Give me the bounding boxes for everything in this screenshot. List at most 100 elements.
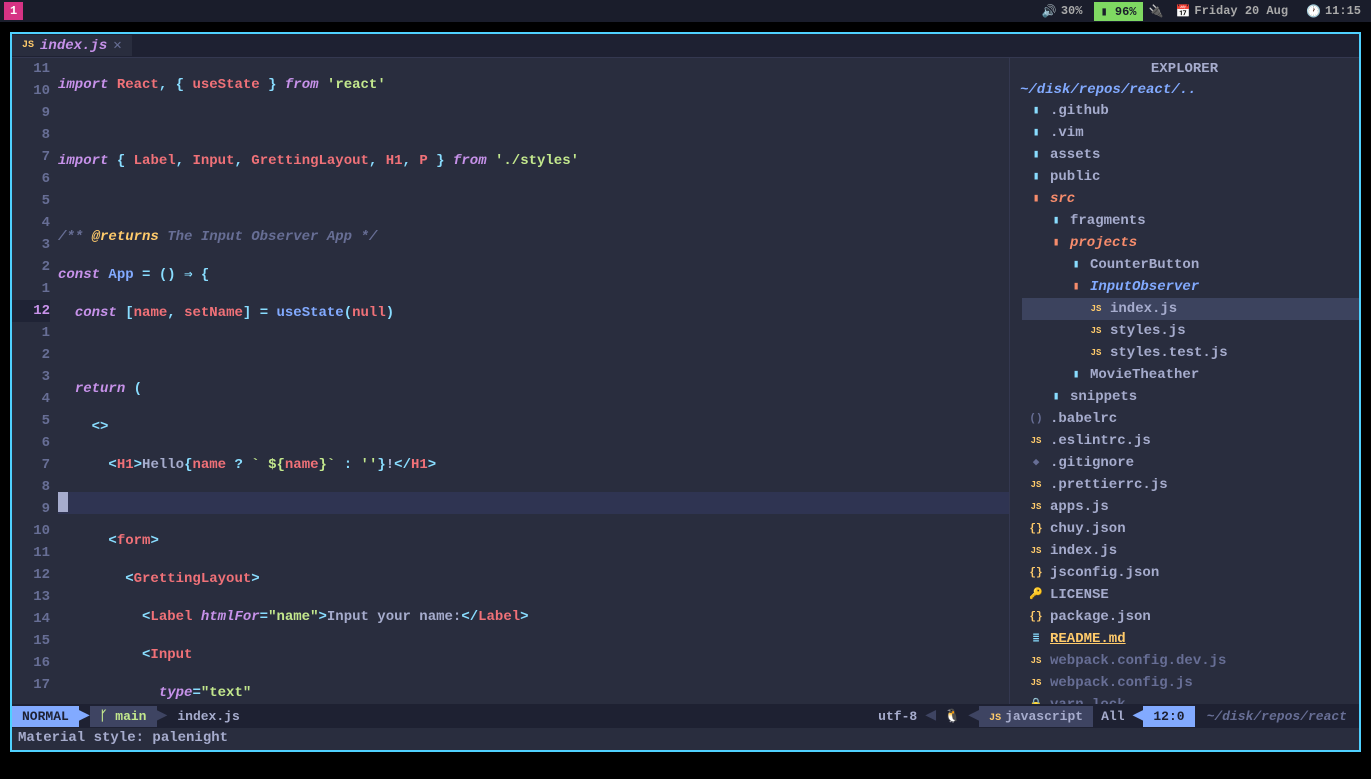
tree-item-label: assets xyxy=(1050,144,1100,166)
tree-item-inputobserver[interactable]: ▮InputObserver xyxy=(1022,276,1359,298)
line-number: 2 xyxy=(12,344,50,366)
tree-item-label: .github xyxy=(1050,100,1109,122)
js-icon: JS xyxy=(1028,650,1044,672)
line-number: 7 xyxy=(12,146,50,168)
tab-bar: JS index.js ✕ xyxy=(12,34,1359,58)
js-icon: JS xyxy=(1028,540,1044,562)
tree-item--babelrc[interactable]: () .babelrc xyxy=(1022,408,1359,430)
tree-item-label: README.md xyxy=(1050,628,1126,650)
tree-item-index-js[interactable]: JSindex.js xyxy=(1022,298,1359,320)
tree-item-counterbutton[interactable]: ▮CounterButton xyxy=(1022,254,1359,276)
js-icon: JS xyxy=(1028,474,1044,496)
tree-item-yarn-lock[interactable]: 🔒 yarn.lock xyxy=(1022,694,1359,704)
volume-indicator[interactable]: 🔊 30% xyxy=(1036,2,1089,21)
tree-item-label: index.js xyxy=(1050,540,1117,562)
close-icon[interactable]: ✕ xyxy=(113,37,121,54)
line-number: 9 xyxy=(12,498,50,520)
js-icon: JS xyxy=(22,40,34,51)
tree-item-movietheather[interactable]: ▮MovieTheather xyxy=(1022,364,1359,386)
tree-item-readme-md[interactable]: ≣ README.md xyxy=(1022,628,1359,650)
statusbar-encoding: utf-8 xyxy=(870,706,925,727)
json-icon: {} xyxy=(1028,562,1044,584)
tree-item-label: InputObserver xyxy=(1090,276,1199,298)
line-number: 3 xyxy=(12,234,50,256)
gear-icon: () xyxy=(1028,408,1044,430)
tree-item--eslintrc-js[interactable]: JS.eslintrc.js xyxy=(1022,430,1359,452)
tree-item-label: LICENSE xyxy=(1050,584,1109,606)
line-number-gutter: 1110987654321121234567891011121314151617 xyxy=(12,58,58,704)
folder-icon: ▮ xyxy=(1048,210,1064,232)
tree-item-styles-js[interactable]: JS styles.js xyxy=(1022,320,1359,342)
tree-item-snippets[interactable]: ▮ snippets xyxy=(1022,386,1359,408)
folder-icon: ▮ xyxy=(1028,166,1044,188)
line-number: 17 xyxy=(12,674,50,696)
code-editor[interactable]: 1110987654321121234567891011121314151617… xyxy=(12,58,1009,704)
tree-item-label: .eslintrc.js xyxy=(1050,430,1151,452)
line-number: 10 xyxy=(12,80,50,102)
json-icon: {} xyxy=(1028,518,1044,540)
tree-item-label: yarn.lock xyxy=(1050,694,1126,704)
folder-open-icon: ▮ xyxy=(1028,188,1044,210)
tree-item-label: jsconfig.json xyxy=(1050,562,1159,584)
tab-index-js[interactable]: JS index.js ✕ xyxy=(12,35,132,56)
tree-item-label: apps.js xyxy=(1050,496,1109,518)
tree-item--github[interactable]: ▮.github xyxy=(1022,100,1359,122)
tree-item-label: snippets xyxy=(1070,386,1137,408)
tree-item-label: .gitignore xyxy=(1050,452,1134,474)
tree-item-fragments[interactable]: ▮fragments xyxy=(1022,210,1359,232)
tree-item-package-json[interactable]: {} package.json xyxy=(1022,606,1359,628)
tree-item--vim[interactable]: ▮ .vim xyxy=(1022,122,1359,144)
line-number: 9 xyxy=(12,102,50,124)
json-icon: {} xyxy=(1028,606,1044,628)
tree-item-jsconfig-json[interactable]: {} jsconfig.json xyxy=(1022,562,1359,584)
file-tree[interactable]: ▮.github▮.vim▮assets▮public▮src▮fragment… xyxy=(1010,100,1359,704)
file-explorer[interactable]: EXPLORER ~/disk/repos/react/.. ▮.github▮… xyxy=(1009,58,1359,704)
statusbar-cwd: ~/disk/repos/react xyxy=(1195,706,1359,727)
md-icon: ≣ xyxy=(1028,628,1044,650)
tree-item-styles-test-js[interactable]: JSstyles.test.js xyxy=(1022,342,1359,364)
vim-mode: NORMAL xyxy=(12,706,79,727)
tree-item-chuy-json[interactable]: {}chuy.json xyxy=(1022,518,1359,540)
folder-open-icon: ▮ xyxy=(1048,232,1064,254)
tree-item-label: package.json xyxy=(1050,606,1151,628)
line-number: 16 xyxy=(12,652,50,674)
explorer-title: EXPLORER xyxy=(1010,58,1359,80)
folder-icon: ▮ xyxy=(1028,122,1044,144)
tree-item-label: MovieTheather xyxy=(1090,364,1199,386)
tree-item-label: webpack.config.js xyxy=(1050,672,1193,694)
statusbar-filename: index.js xyxy=(167,706,249,727)
plug-icon: 🔌 xyxy=(1149,4,1164,19)
statusbar-filetype: JSjavascript xyxy=(979,706,1093,727)
tree-item--gitignore[interactable]: ◆ .gitignore xyxy=(1022,452,1359,474)
tree-item-src[interactable]: ▮ src xyxy=(1022,188,1359,210)
tree-item-label: webpack.config.dev.js xyxy=(1050,650,1226,672)
workspace-indicator[interactable]: 1 xyxy=(4,2,23,20)
line-number: 7 xyxy=(12,454,50,476)
line-number: 3 xyxy=(12,366,50,388)
license-icon: 🔑 xyxy=(1028,584,1044,606)
line-number: 11 xyxy=(12,58,50,80)
tree-item-label: styles.js xyxy=(1110,320,1186,342)
tree-item-projects[interactable]: ▮projects xyxy=(1022,232,1359,254)
lock-icon: 🔒 xyxy=(1028,694,1044,704)
tree-item-index-js[interactable]: JS index.js xyxy=(1022,540,1359,562)
tree-item-label: src xyxy=(1050,188,1075,210)
date-indicator: 📅 Friday 20 Aug xyxy=(1169,2,1294,21)
tree-item-webpack-config-js[interactable]: JSwebpack.config.js xyxy=(1022,672,1359,694)
line-number: 1 xyxy=(12,322,50,344)
js-icon: JS xyxy=(1088,320,1104,342)
code-content[interactable]: import React, { useState } from 'react' … xyxy=(58,58,1009,704)
tree-item-label: .vim xyxy=(1050,122,1084,144)
git-icon: ◆ xyxy=(1028,452,1044,474)
tree-item-license[interactable]: 🔑 LICENSE xyxy=(1022,584,1359,606)
os-icon: 🐧 xyxy=(936,706,968,727)
tree-item-webpack-config-dev-js[interactable]: JS webpack.config.dev.js xyxy=(1022,650,1359,672)
tree-item-public[interactable]: ▮public xyxy=(1022,166,1359,188)
tree-item-apps-js[interactable]: JSapps.js xyxy=(1022,496,1359,518)
folder-icon: ▮ xyxy=(1028,144,1044,166)
system-topbar: 1 🔊 30% ▮ 96% 🔌 📅 Friday 20 Aug 🕐 11:15 xyxy=(0,0,1371,22)
folder-icon: ▮ xyxy=(1048,386,1064,408)
tree-item-assets[interactable]: ▮ assets xyxy=(1022,144,1359,166)
tree-item--prettierrc-js[interactable]: JS.prettierrc.js xyxy=(1022,474,1359,496)
tree-item-label: .babelrc xyxy=(1050,408,1117,430)
